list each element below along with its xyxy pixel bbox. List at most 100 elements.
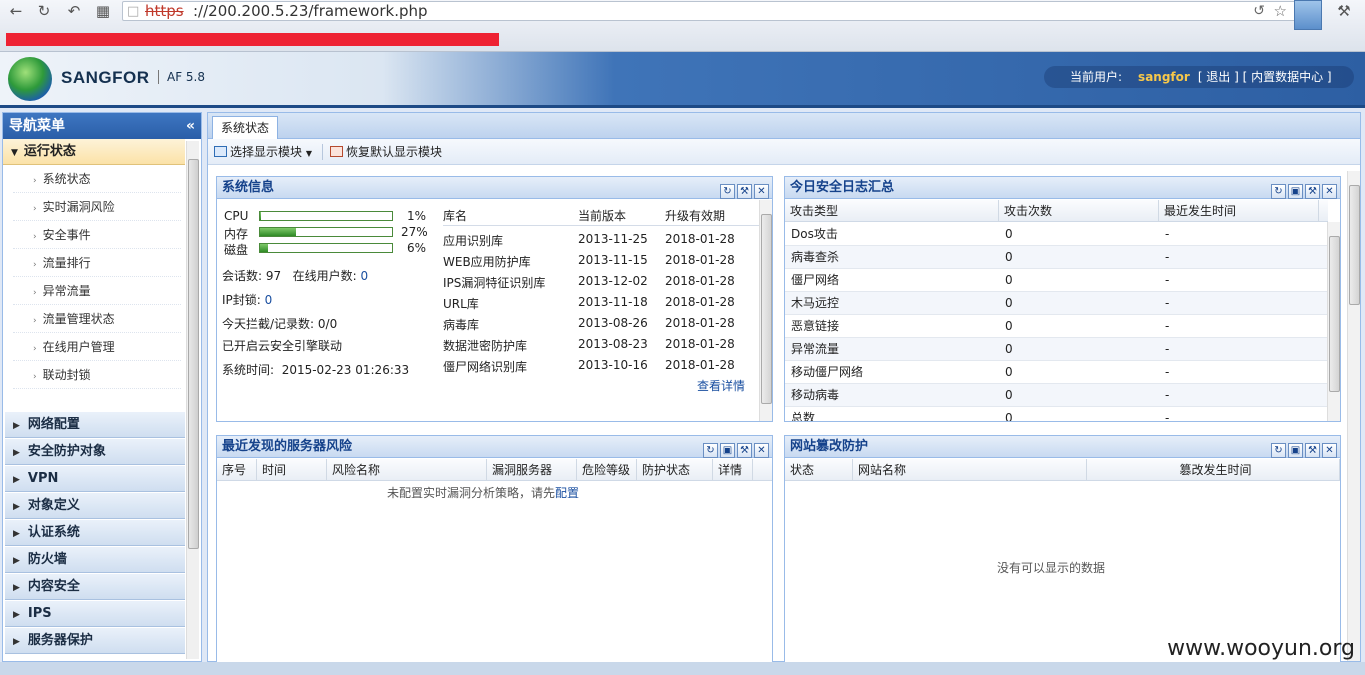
col-details[interactable]: 详情 <box>713 459 753 481</box>
sidebar-item-online-users[interactable]: › 在线用户管理 <box>13 333 181 361</box>
sysinfo-scrollbar[interactable] <box>759 200 772 421</box>
ip-block-value[interactable]: 0 <box>265 293 273 307</box>
header-links[interactable]: [ 退出 ] [ 内置数据中心 ] <box>1198 70 1332 84</box>
scrollbar-thumb[interactable] <box>188 159 199 549</box>
sidebar-item-traffic-mgmt[interactable]: › 流量管理状态 <box>13 305 181 333</box>
close-icon[interactable]: ✕ <box>754 184 769 199</box>
col-site-name[interactable]: 网站名称 <box>853 459 1087 481</box>
sidebar-section-network[interactable]: ▶ 网络配置 <box>5 412 185 438</box>
refresh-icon[interactable]: ↻ <box>720 184 735 199</box>
restore-window-icon[interactable]: ▣ <box>1288 443 1303 458</box>
scrollbar-thumb[interactable] <box>1349 185 1360 305</box>
col-status[interactable]: 状态 <box>785 459 853 481</box>
scrollbar-thumb[interactable] <box>761 214 772 404</box>
col-vuln-server[interactable]: 漏洞服务器 <box>487 459 577 481</box>
refresh-icon[interactable]: ↻ <box>703 443 718 458</box>
restore-default-button[interactable]: 恢复默认显示模块 <box>330 143 442 161</box>
seclog-row[interactable]: 恶意链接 0 - <box>785 315 1328 338</box>
scrollbar-thumb[interactable] <box>1329 236 1340 392</box>
sidebar-group-running-status[interactable]: ▼ 运行状态 <box>3 139 185 165</box>
sidebar-section-ips[interactable]: ▶ IPS <box>5 601 185 627</box>
settings-icon[interactable]: ⚒ <box>737 443 752 458</box>
sidebar-item-linked-block[interactable]: › 联动封锁 <box>13 361 181 389</box>
sidebar-item-abnormal-traffic[interactable]: › 异常流量 <box>13 277 181 305</box>
library-row: IPS漏洞特征识别库 2013-12-02 2018-01-28 <box>443 274 759 294</box>
sidebar-section-auth[interactable]: ▶ 认证系统 <box>5 520 185 546</box>
sidebar-section-protected-objects[interactable]: ▶ 安全防护对象 <box>5 439 185 465</box>
restore-window-icon[interactable]: ▣ <box>720 443 735 458</box>
window-icon <box>214 146 227 157</box>
col-risk-level[interactable]: 危险等级 <box>577 459 637 481</box>
select-modules-button[interactable]: 选择显示模块 ▼ <box>214 143 312 163</box>
last-time: - <box>1165 296 1170 310</box>
seclog-row[interactable]: 移动僵尸网络 0 - <box>785 361 1328 384</box>
address-bar[interactable]: □ https ://200.200.5.23/framework.php ↺ … <box>122 1 1300 21</box>
library-row: 数据泄密防护库 2013-08-23 2018-01-28 <box>443 337 759 357</box>
last-time: - <box>1165 365 1170 379</box>
settings-icon[interactable]: ⚒ <box>737 184 752 199</box>
sidebar-item-system-status[interactable]: › 系统状态 <box>13 165 181 193</box>
system-time-value: 2015-02-23 01:26:33 <box>281 363 410 377</box>
seclog-row[interactable]: 僵尸网络 0 - <box>785 269 1328 292</box>
sidebar-item-realtime-vuln[interactable]: › 实时漏洞风险 <box>13 193 181 221</box>
col-index[interactable]: 序号 <box>217 459 257 481</box>
sidebar-item-label: 在线用户管理 <box>42 340 115 354</box>
translate-icon[interactable]: ↺ <box>1253 2 1265 21</box>
online-users-value[interactable]: 0 <box>360 269 368 283</box>
apps-icon[interactable]: ▦ <box>93 2 113 20</box>
configure-link[interactable]: 配置 <box>555 486 579 500</box>
tab-system-status[interactable]: 系统状态 <box>212 116 279 139</box>
undo-icon[interactable]: ↶ <box>64 2 84 20</box>
seclog-row[interactable]: 木马远控 0 - <box>785 292 1328 315</box>
seclog-scrollbar[interactable] <box>1327 222 1340 421</box>
seclog-row[interactable]: 异常流量 0 - <box>785 338 1328 361</box>
risk-header-row: 序号 时间 风险名称 漏洞服务器 危险等级 防护状态 详情 <box>217 459 772 481</box>
sidebar-section-vpn[interactable]: ▶ VPN <box>5 466 185 492</box>
sidebar-section-server-protect[interactable]: ▶ 服务器保护 <box>5 628 185 654</box>
wrench-icon[interactable]: ⚒ <box>1334 2 1354 20</box>
attack-count: 0 <box>1005 365 1013 379</box>
library-version: 2013-10-16 <box>578 358 648 372</box>
sidebar-item-traffic-rank[interactable]: › 流量排行 <box>13 249 181 277</box>
main-scrollbar[interactable] <box>1347 171 1360 661</box>
seclog-row[interactable]: 总数 0 - <box>785 407 1328 421</box>
col-time[interactable]: 时间 <box>257 459 327 481</box>
last-time: - <box>1165 388 1170 402</box>
bookmark-star-icon[interactable]: ☆ <box>1274 2 1287 21</box>
close-icon[interactable]: ✕ <box>1322 184 1337 199</box>
col-attack-count[interactable]: 攻击次数 <box>999 200 1159 222</box>
refresh-icon[interactable]: ↻ <box>1271 443 1286 458</box>
library-expiry: 2018-01-28 <box>665 316 735 330</box>
seclog-row[interactable]: Dos攻击 0 - <box>785 223 1328 246</box>
sidebar-section-object-def[interactable]: ▶ 对象定义 <box>5 493 185 519</box>
settings-icon[interactable]: ⚒ <box>1305 184 1320 199</box>
attack-type: 病毒查杀 <box>791 250 840 264</box>
reload-icon[interactable]: ↻ <box>34 2 54 20</box>
col-last-time[interactable]: 最近发生时间 <box>1159 200 1319 222</box>
seclog-row[interactable]: 移动病毒 0 - <box>785 384 1328 407</box>
seclog-header-row: 攻击类型 攻击次数 最近发生时间 <box>785 200 1328 222</box>
settings-icon[interactable]: ⚒ <box>1305 443 1320 458</box>
library-version: 2013-08-23 <box>578 337 648 351</box>
back-icon[interactable]: ← <box>6 2 26 20</box>
extension-icon[interactable] <box>1294 0 1322 30</box>
view-details-link[interactable]: 查看详情 <box>697 377 745 394</box>
sidebar-section-firewall[interactable]: ▶ 防火墙 <box>5 547 185 573</box>
col-risk-name[interactable]: 风险名称 <box>327 459 487 481</box>
col-tamper-time[interactable]: 篡改发生时间 <box>1087 459 1340 481</box>
refresh-icon[interactable]: ↻ <box>1271 184 1286 199</box>
disk-bar <box>259 243 393 253</box>
library-expiry: 2018-01-28 <box>665 274 735 288</box>
collapse-icon[interactable]: « <box>186 113 195 139</box>
seclog-row[interactable]: 病毒查杀 0 - <box>785 246 1328 269</box>
panel-tools: ↻ ⚒ ✕ <box>718 180 769 202</box>
sidebar-section-content-security[interactable]: ▶ 内容安全 <box>5 574 185 600</box>
close-icon[interactable]: ✕ <box>1322 443 1337 458</box>
sidebar-scrollbar[interactable] <box>186 141 199 659</box>
sidebar-item-security-events[interactable]: › 安全事件 <box>13 221 181 249</box>
server-risk-panel: 最近发现的服务器风险 ↻ ▣ ⚒ ✕ 序号 时间 风险名称 漏洞服务器 危险等级 防护… <box>216 435 773 663</box>
col-protect-status[interactable]: 防护状态 <box>637 459 713 481</box>
close-icon[interactable]: ✕ <box>754 443 769 458</box>
col-attack-type[interactable]: 攻击类型 <box>785 200 999 222</box>
restore-window-icon[interactable]: ▣ <box>1288 184 1303 199</box>
